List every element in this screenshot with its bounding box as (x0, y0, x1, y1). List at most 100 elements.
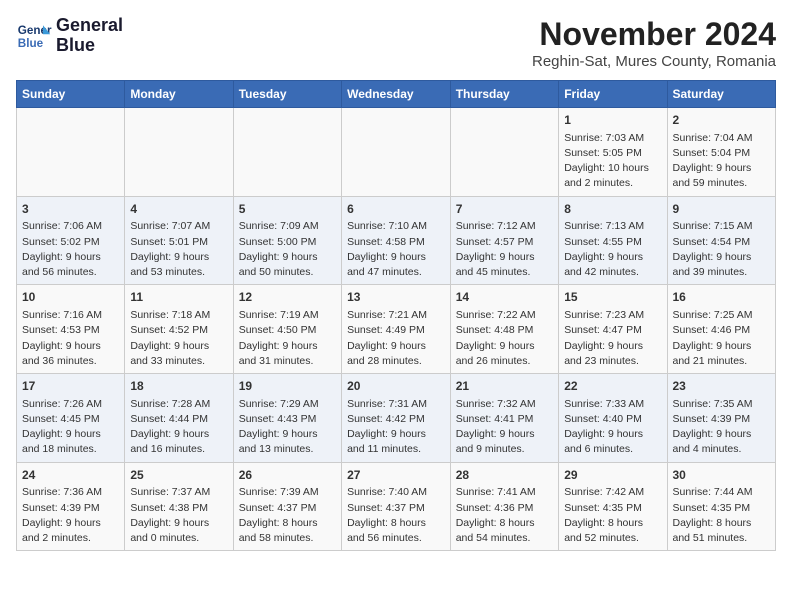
weekday-wednesday: Wednesday (342, 81, 451, 108)
day-cell: 20Sunrise: 7:31 AM Sunset: 4:42 PM Dayli… (342, 374, 451, 463)
day-details: Sunrise: 7:21 AM Sunset: 4:49 PM Dayligh… (347, 308, 445, 369)
day-cell: 3Sunrise: 7:06 AM Sunset: 5:02 PM Daylig… (17, 196, 125, 285)
day-number: 25 (130, 467, 227, 484)
week-row-5: 24Sunrise: 7:36 AM Sunset: 4:39 PM Dayli… (17, 462, 776, 551)
day-details: Sunrise: 7:37 AM Sunset: 4:38 PM Dayligh… (130, 485, 227, 546)
day-cell: 21Sunrise: 7:32 AM Sunset: 4:41 PM Dayli… (450, 374, 558, 463)
day-details: Sunrise: 7:28 AM Sunset: 4:44 PM Dayligh… (130, 397, 227, 458)
day-cell (342, 108, 451, 197)
day-cell: 22Sunrise: 7:33 AM Sunset: 4:40 PM Dayli… (559, 374, 667, 463)
day-number: 2 (673, 112, 771, 129)
day-number: 18 (130, 378, 227, 395)
day-details: Sunrise: 7:04 AM Sunset: 5:04 PM Dayligh… (673, 131, 771, 192)
day-details: Sunrise: 7:33 AM Sunset: 4:40 PM Dayligh… (564, 397, 661, 458)
weekday-monday: Monday (125, 81, 233, 108)
day-cell: 24Sunrise: 7:36 AM Sunset: 4:39 PM Dayli… (17, 462, 125, 551)
day-cell: 26Sunrise: 7:39 AM Sunset: 4:37 PM Dayli… (233, 462, 341, 551)
weekday-thursday: Thursday (450, 81, 558, 108)
day-number: 19 (239, 378, 336, 395)
day-cell: 12Sunrise: 7:19 AM Sunset: 4:50 PM Dayli… (233, 285, 341, 374)
general-blue-icon: General Blue (16, 18, 52, 54)
day-details: Sunrise: 7:06 AM Sunset: 5:02 PM Dayligh… (22, 219, 119, 280)
day-number: 15 (564, 289, 661, 306)
day-details: Sunrise: 7:42 AM Sunset: 4:35 PM Dayligh… (564, 485, 661, 546)
svg-text:Blue: Blue (18, 37, 44, 50)
day-details: Sunrise: 7:15 AM Sunset: 4:54 PM Dayligh… (673, 219, 771, 280)
day-number: 13 (347, 289, 445, 306)
day-cell: 1 Sunrise: 7:03 AM Sunset: 5:05 PM Daylig… (559, 108, 667, 197)
day-cell: 4Sunrise: 7:07 AM Sunset: 5:01 PM Daylig… (125, 196, 233, 285)
day-number: 11 (130, 289, 227, 306)
weekday-sunday: Sunday (17, 81, 125, 108)
day-details: Sunrise: 7:29 AM Sunset: 4:43 PM Dayligh… (239, 397, 336, 458)
weekday-friday: Friday (559, 81, 667, 108)
day-cell: 7Sunrise: 7:12 AM Sunset: 4:57 PM Daylig… (450, 196, 558, 285)
day-details: Sunrise: 7:26 AM Sunset: 4:45 PM Dayligh… (22, 397, 119, 458)
day-number: 27 (347, 467, 445, 484)
day-cell: 10 Sunrise: 7:16 AM Sunset: 4:53 PM Dayli… (17, 285, 125, 374)
day-cell: 9Sunrise: 7:15 AM Sunset: 4:54 PM Daylig… (667, 196, 776, 285)
day-cell: 27Sunrise: 7:40 AM Sunset: 4:37 PM Dayli… (342, 462, 451, 551)
day-details: Sunrise: 7:22 AM Sunset: 4:48 PM Dayligh… (456, 308, 553, 369)
day-cell: 6Sunrise: 7:10 AM Sunset: 4:58 PM Daylig… (342, 196, 451, 285)
day-number: 3 (22, 201, 119, 218)
day-number: 8 (564, 201, 661, 218)
day-number: 26 (239, 467, 336, 484)
day-number: 5 (239, 201, 336, 218)
day-details: Sunrise: 7:09 AM Sunset: 5:00 PM Dayligh… (239, 219, 336, 280)
day-number: 29 (564, 467, 661, 484)
day-details: Sunrise: 7:44 AM Sunset: 4:35 PM Dayligh… (673, 485, 771, 546)
day-number: 23 (673, 378, 771, 395)
day-details: Sunrise: 7:18 AM Sunset: 4:52 PM Dayligh… (130, 308, 227, 369)
day-cell: 14Sunrise: 7:22 AM Sunset: 4:48 PM Dayli… (450, 285, 558, 374)
day-number: 1 (564, 112, 661, 129)
calendar-table: SundayMondayTuesdayWednesdayThursdayFrid… (16, 80, 776, 551)
day-details: Sunrise: 7:12 AM Sunset: 4:57 PM Dayligh… (456, 219, 553, 280)
day-number: 9 (673, 201, 771, 218)
day-details: Sunrise: 7:23 AM Sunset: 4:47 PM Dayligh… (564, 308, 661, 369)
day-cell: 25Sunrise: 7:37 AM Sunset: 4:38 PM Dayli… (125, 462, 233, 551)
day-cell: 28Sunrise: 7:41 AM Sunset: 4:36 PM Dayli… (450, 462, 558, 551)
day-cell: 23 Sunrise: 7:35 AM Sunset: 4:39 PM Dayli… (667, 374, 776, 463)
week-row-2: 3Sunrise: 7:06 AM Sunset: 5:02 PM Daylig… (17, 196, 776, 285)
calendar-header: SundayMondayTuesdayWednesdayThursdayFrid… (17, 81, 776, 108)
subtitle: Reghin-Sat, Mures County, Romania (532, 53, 776, 70)
day-details: Sunrise: 7:03 AM Sunset: 5:05 PM Dayligh… (564, 131, 661, 192)
weekday-tuesday: Tuesday (233, 81, 341, 108)
day-cell (233, 108, 341, 197)
day-cell: 5Sunrise: 7:09 AM Sunset: 5:00 PM Daylig… (233, 196, 341, 285)
logo: General Blue General Blue (16, 16, 123, 56)
day-cell: 30Sunrise: 7:44 AM Sunset: 4:35 PM Dayli… (667, 462, 776, 551)
day-details: Sunrise: 7:36 AM Sunset: 4:39 PM Dayligh… (22, 485, 119, 546)
day-cell: 16 Sunrise: 7:25 AM Sunset: 4:46 PM Dayli… (667, 285, 776, 374)
week-row-1: 1 Sunrise: 7:03 AM Sunset: 5:05 PM Daylig… (17, 108, 776, 197)
day-number: 24 (22, 467, 119, 484)
day-cell: 2 Sunrise: 7:04 AM Sunset: 5:04 PM Daylig… (667, 108, 776, 197)
week-row-4: 17Sunrise: 7:26 AM Sunset: 4:45 PM Dayli… (17, 374, 776, 463)
month-title: November 2024 (532, 16, 776, 53)
day-cell (125, 108, 233, 197)
weekday-saturday: Saturday (667, 81, 776, 108)
day-number: 6 (347, 201, 445, 218)
day-cell: 29Sunrise: 7:42 AM Sunset: 4:35 PM Dayli… (559, 462, 667, 551)
day-cell (450, 108, 558, 197)
day-cell: 8Sunrise: 7:13 AM Sunset: 4:55 PM Daylig… (559, 196, 667, 285)
day-cell: 19 Sunrise: 7:29 AM Sunset: 4:43 PM Dayli… (233, 374, 341, 463)
title-block: November 2024 Reghin-Sat, Mures County, … (532, 16, 776, 70)
day-cell: 11 Sunrise: 7:18 AM Sunset: 4:52 PM Dayli… (125, 285, 233, 374)
day-details: Sunrise: 7:35 AM Sunset: 4:39 PM Dayligh… (673, 397, 771, 458)
day-details: Sunrise: 7:16 AM Sunset: 4:53 PM Dayligh… (22, 308, 119, 369)
day-number: 10 (22, 289, 119, 306)
week-row-3: 10 Sunrise: 7:16 AM Sunset: 4:53 PM Dayli… (17, 285, 776, 374)
day-details: Sunrise: 7:25 AM Sunset: 4:46 PM Dayligh… (673, 308, 771, 369)
calendar-body: 1 Sunrise: 7:03 AM Sunset: 5:05 PM Daylig… (17, 108, 776, 551)
weekday-header-row: SundayMondayTuesdayWednesdayThursdayFrid… (17, 81, 776, 108)
day-details: Sunrise: 7:32 AM Sunset: 4:41 PM Dayligh… (456, 397, 553, 458)
day-details: Sunrise: 7:31 AM Sunset: 4:42 PM Dayligh… (347, 397, 445, 458)
day-number: 28 (456, 467, 553, 484)
day-number: 16 (673, 289, 771, 306)
day-number: 4 (130, 201, 227, 218)
day-details: Sunrise: 7:39 AM Sunset: 4:37 PM Dayligh… (239, 485, 336, 546)
day-details: Sunrise: 7:40 AM Sunset: 4:37 PM Dayligh… (347, 485, 445, 546)
day-number: 7 (456, 201, 553, 218)
